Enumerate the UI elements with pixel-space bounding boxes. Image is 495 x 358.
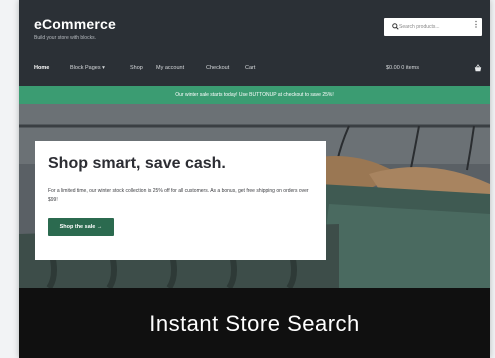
hero-body-text: For a limited time, our winter stock col… [48, 188, 309, 203]
browser-frame: eCommerce Build your store with blocks. … [19, 0, 490, 358]
search-input[interactable] [399, 21, 469, 33]
nav-item-checkout[interactable]: Checkout [206, 65, 229, 71]
hero-heading: Shop smart, save cash. [48, 155, 226, 172]
nav-item-my-account[interactable]: My account [156, 65, 184, 71]
promo-banner: Our winter sale starts today! Use BUTTON… [19, 86, 490, 104]
cart-total[interactable]: $0.00 0 items [386, 65, 419, 71]
nav-item-shop[interactable]: Shop [130, 65, 143, 71]
search-box[interactable]: ⋮ [384, 18, 482, 36]
site-title[interactable]: eCommerce [34, 16, 116, 32]
nav-item-cart[interactable]: Cart [245, 65, 255, 71]
video-caption: Instant Store Search [149, 311, 360, 336]
search-icon[interactable] [392, 23, 399, 30]
caption-band: Instant Store Search [19, 288, 490, 358]
basket-icon[interactable] [474, 64, 482, 72]
site-tagline: Build your store with blocks. [34, 35, 96, 41]
hero-card: Shop smart, save cash. For a limited tim… [35, 141, 326, 260]
nav-item-block-pages[interactable]: Block Pages ▾ [70, 65, 105, 71]
hero-section: Shop smart, save cash. For a limited tim… [19, 104, 490, 288]
more-vertical-icon[interactable]: ⋮ [472, 20, 480, 29]
promo-banner-text: Our winter sale starts today! Use BUTTON… [175, 92, 334, 98]
nav-item-home[interactable]: Home [34, 65, 49, 71]
site-header: eCommerce Build your store with blocks. … [19, 0, 490, 86]
shop-the-sale-button[interactable]: Shop the sale → [48, 218, 114, 236]
